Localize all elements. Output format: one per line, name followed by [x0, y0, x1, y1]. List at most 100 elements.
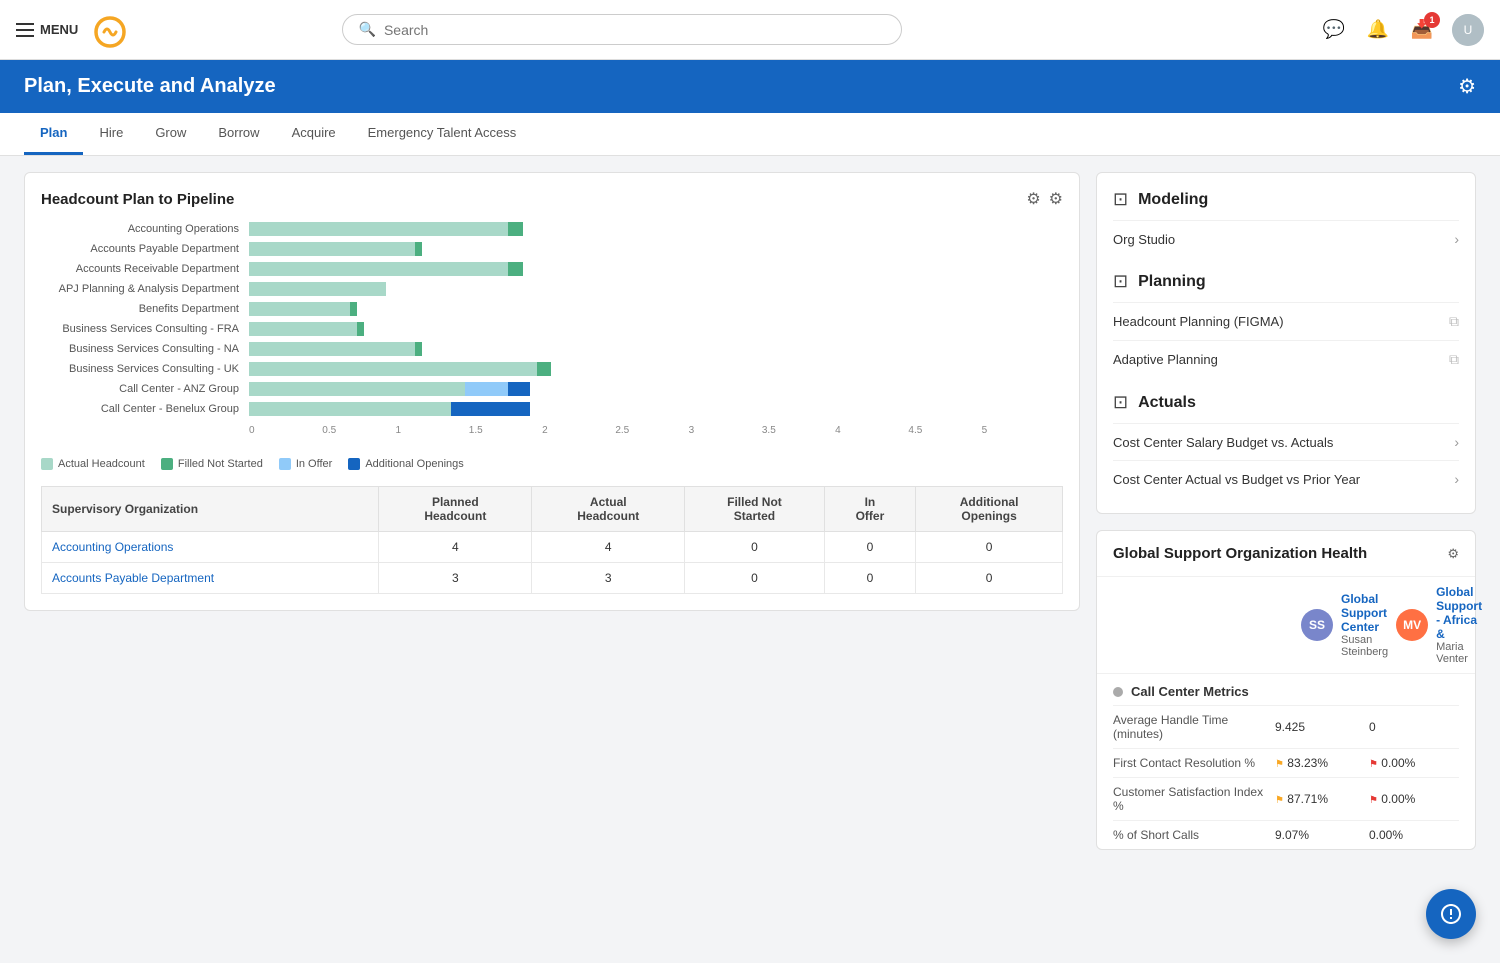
- main-content: Headcount Plan to Pipeline ⚙ ⚙ Accountin…: [0, 156, 1500, 866]
- bar-container: [249, 301, 1055, 317]
- bar-container: [249, 381, 1055, 397]
- bar-container: [249, 241, 1055, 257]
- settings-icon[interactable]: ⚙: [1458, 74, 1476, 99]
- bar-label: Accounts Payable Department: [49, 243, 249, 255]
- metric-val-2-1: ⚑ 83.23%: [1275, 756, 1365, 770]
- metric-val-1-2: 0: [1369, 720, 1459, 734]
- metric-label-4: % of Short Calls: [1113, 828, 1271, 842]
- search-bar[interactable]: 🔍: [342, 14, 902, 45]
- tab-borrow[interactable]: Borrow: [202, 113, 275, 155]
- bar-segment-actual-hc: [249, 322, 357, 336]
- cost-center-actual-arrow: ›: [1454, 471, 1459, 487]
- bar-label: APJ Planning & Analysis Department: [49, 283, 249, 295]
- bar-row: Accounting Operations: [49, 221, 1055, 237]
- tab-grow[interactable]: Grow: [139, 113, 202, 155]
- flag-yellow-1: ⚑: [1275, 759, 1284, 770]
- table-cell-filled: 0: [685, 532, 824, 563]
- org-studio-item[interactable]: Org Studio ›: [1113, 220, 1459, 257]
- chart-header: Headcount Plan to Pipeline ⚙ ⚙: [41, 189, 1063, 209]
- bar-segment-filled: [415, 242, 422, 256]
- bar-row: Business Services Consulting - NA: [49, 341, 1055, 357]
- filter-icon[interactable]: ⚙: [1026, 189, 1040, 209]
- bar-segment-actual-hc: [249, 242, 415, 256]
- metric-row-3: Customer Satisfaction Index % ⚑ 87.71% ⚑…: [1113, 777, 1459, 820]
- inbox-badge: 1: [1424, 12, 1440, 28]
- table-cell-inoffer: 0: [824, 563, 916, 594]
- chart-legend: Actual Headcount Filled Not Started In O…: [41, 454, 1063, 474]
- bar-label: Business Services Consulting - FRA: [49, 323, 249, 335]
- legend-additional-openings: Additional Openings: [348, 458, 463, 470]
- legend-swatch-additional: [348, 458, 360, 470]
- col-supervisory-org: Supervisory Organization: [42, 487, 379, 532]
- flag-yellow-2: ⚑: [1275, 795, 1284, 806]
- bar-segment-actual-hc: [249, 362, 537, 376]
- bar-segment-filled: [537, 362, 551, 376]
- chat-floating-button[interactable]: [1426, 889, 1476, 939]
- org-studio-label: Org Studio: [1113, 232, 1175, 247]
- adaptive-planning-label: Adaptive Planning: [1113, 352, 1218, 367]
- metric-row-1: Average Handle Time (minutes) 9.425 0: [1113, 705, 1459, 748]
- search-input[interactable]: [384, 22, 885, 38]
- col-avatar-2: MV: [1396, 609, 1428, 641]
- cost-center-salary-label: Cost Center Salary Budget vs. Actuals: [1113, 435, 1333, 450]
- legend-swatch-in-offer: [279, 458, 291, 470]
- header-banner: Plan, Execute and Analyze ⚙: [0, 60, 1500, 113]
- chart-settings-icon[interactable]: ⚙: [1049, 189, 1063, 209]
- cost-center-actual-item[interactable]: Cost Center Actual vs Budget vs Prior Ye…: [1113, 460, 1459, 497]
- legend-swatch-filled: [161, 458, 173, 470]
- flag-red-1: ⚑: [1369, 759, 1378, 770]
- x-tick: 4: [835, 425, 908, 436]
- chart-title: Headcount Plan to Pipeline: [41, 191, 234, 208]
- inbox-icon[interactable]: 📥 1: [1408, 16, 1436, 44]
- chart-actions: ⚙ ⚙: [1026, 189, 1063, 209]
- bar-segment-actual-hc: [249, 302, 350, 316]
- table-cell-filled: 0: [685, 563, 824, 594]
- x-tick: 4.5: [908, 425, 981, 436]
- headcount-planning-item[interactable]: Headcount Planning (FIGMA) ⧉: [1113, 302, 1459, 340]
- workday-logo[interactable]: [90, 12, 126, 48]
- bar-segment-actual-hc: [249, 222, 508, 236]
- metric-row-2: First Contact Resolution % ⚑ 83.23% ⚑ 0.…: [1113, 748, 1459, 777]
- metric-val-3-1: ⚑ 87.71%: [1275, 792, 1365, 806]
- legend-swatch-actual: [41, 458, 53, 470]
- bar-row: Benefits Department: [49, 301, 1055, 317]
- actuals-icon: ⊡: [1113, 392, 1128, 413]
- bar-segment-actual-hc: [249, 262, 508, 276]
- page-title: Plan, Execute and Analyze: [24, 75, 276, 98]
- metric-val-4-1: 9.07%: [1275, 828, 1365, 842]
- table-cell-additional: 0: [916, 563, 1063, 594]
- col-additional-openings: AdditionalOpenings: [916, 487, 1063, 532]
- bar-row: Call Center - ANZ Group: [49, 381, 1055, 397]
- table-cell-org[interactable]: Accounts Payable Department: [42, 563, 379, 594]
- cost-center-actual-label: Cost Center Actual vs Budget vs Prior Ye…: [1113, 472, 1360, 487]
- bar-label: Benefits Department: [49, 303, 249, 315]
- metric-val-2-2: ⚑ 0.00%: [1369, 756, 1459, 770]
- tab-emergency-talent-access[interactable]: Emergency Talent Access: [352, 113, 533, 155]
- table-cell-actual: 4: [532, 532, 685, 563]
- notification-icon[interactable]: 🔔: [1364, 16, 1392, 44]
- global-support-card: Global Support Organization Health ⚙ SS …: [1096, 530, 1476, 850]
- table-row: Accounting Operations 4 4 0 0 0: [42, 532, 1063, 563]
- top-navigation: MENU 🔍 💬 🔔 📥 1 U: [0, 0, 1500, 60]
- x-tick: 1: [396, 425, 469, 436]
- bar-container: [249, 401, 1055, 417]
- avatar[interactable]: U: [1452, 14, 1484, 46]
- modeling-header: ⊡ Modeling: [1113, 189, 1459, 210]
- tab-plan[interactable]: Plan: [24, 113, 83, 155]
- tab-acquire[interactable]: Acquire: [276, 113, 352, 155]
- bar-segment-filled: [508, 262, 522, 276]
- chat-icon[interactable]: 💬: [1320, 16, 1348, 44]
- col-header-1: SS Global Support Center Susan Steinberg: [1301, 585, 1388, 665]
- metric-row-4: % of Short Calls 9.07% 0.00%: [1113, 820, 1459, 849]
- menu-button[interactable]: MENU: [16, 22, 78, 37]
- col-sub-2: Maria Venter: [1436, 641, 1482, 665]
- bar-label: Business Services Consulting - NA: [49, 343, 249, 355]
- bar-row: Business Services Consulting - FRA: [49, 321, 1055, 337]
- adaptive-planning-item[interactable]: Adaptive Planning ⧉: [1113, 340, 1459, 378]
- global-card-settings-icon[interactable]: ⚙: [1447, 546, 1459, 562]
- tab-hire[interactable]: Hire: [83, 113, 139, 155]
- org-studio-arrow: ›: [1454, 231, 1459, 247]
- col-planned-headcount: PlannedHeadcount: [379, 487, 532, 532]
- table-cell-org[interactable]: Accounting Operations: [42, 532, 379, 563]
- cost-center-salary-item[interactable]: Cost Center Salary Budget vs. Actuals ›: [1113, 423, 1459, 460]
